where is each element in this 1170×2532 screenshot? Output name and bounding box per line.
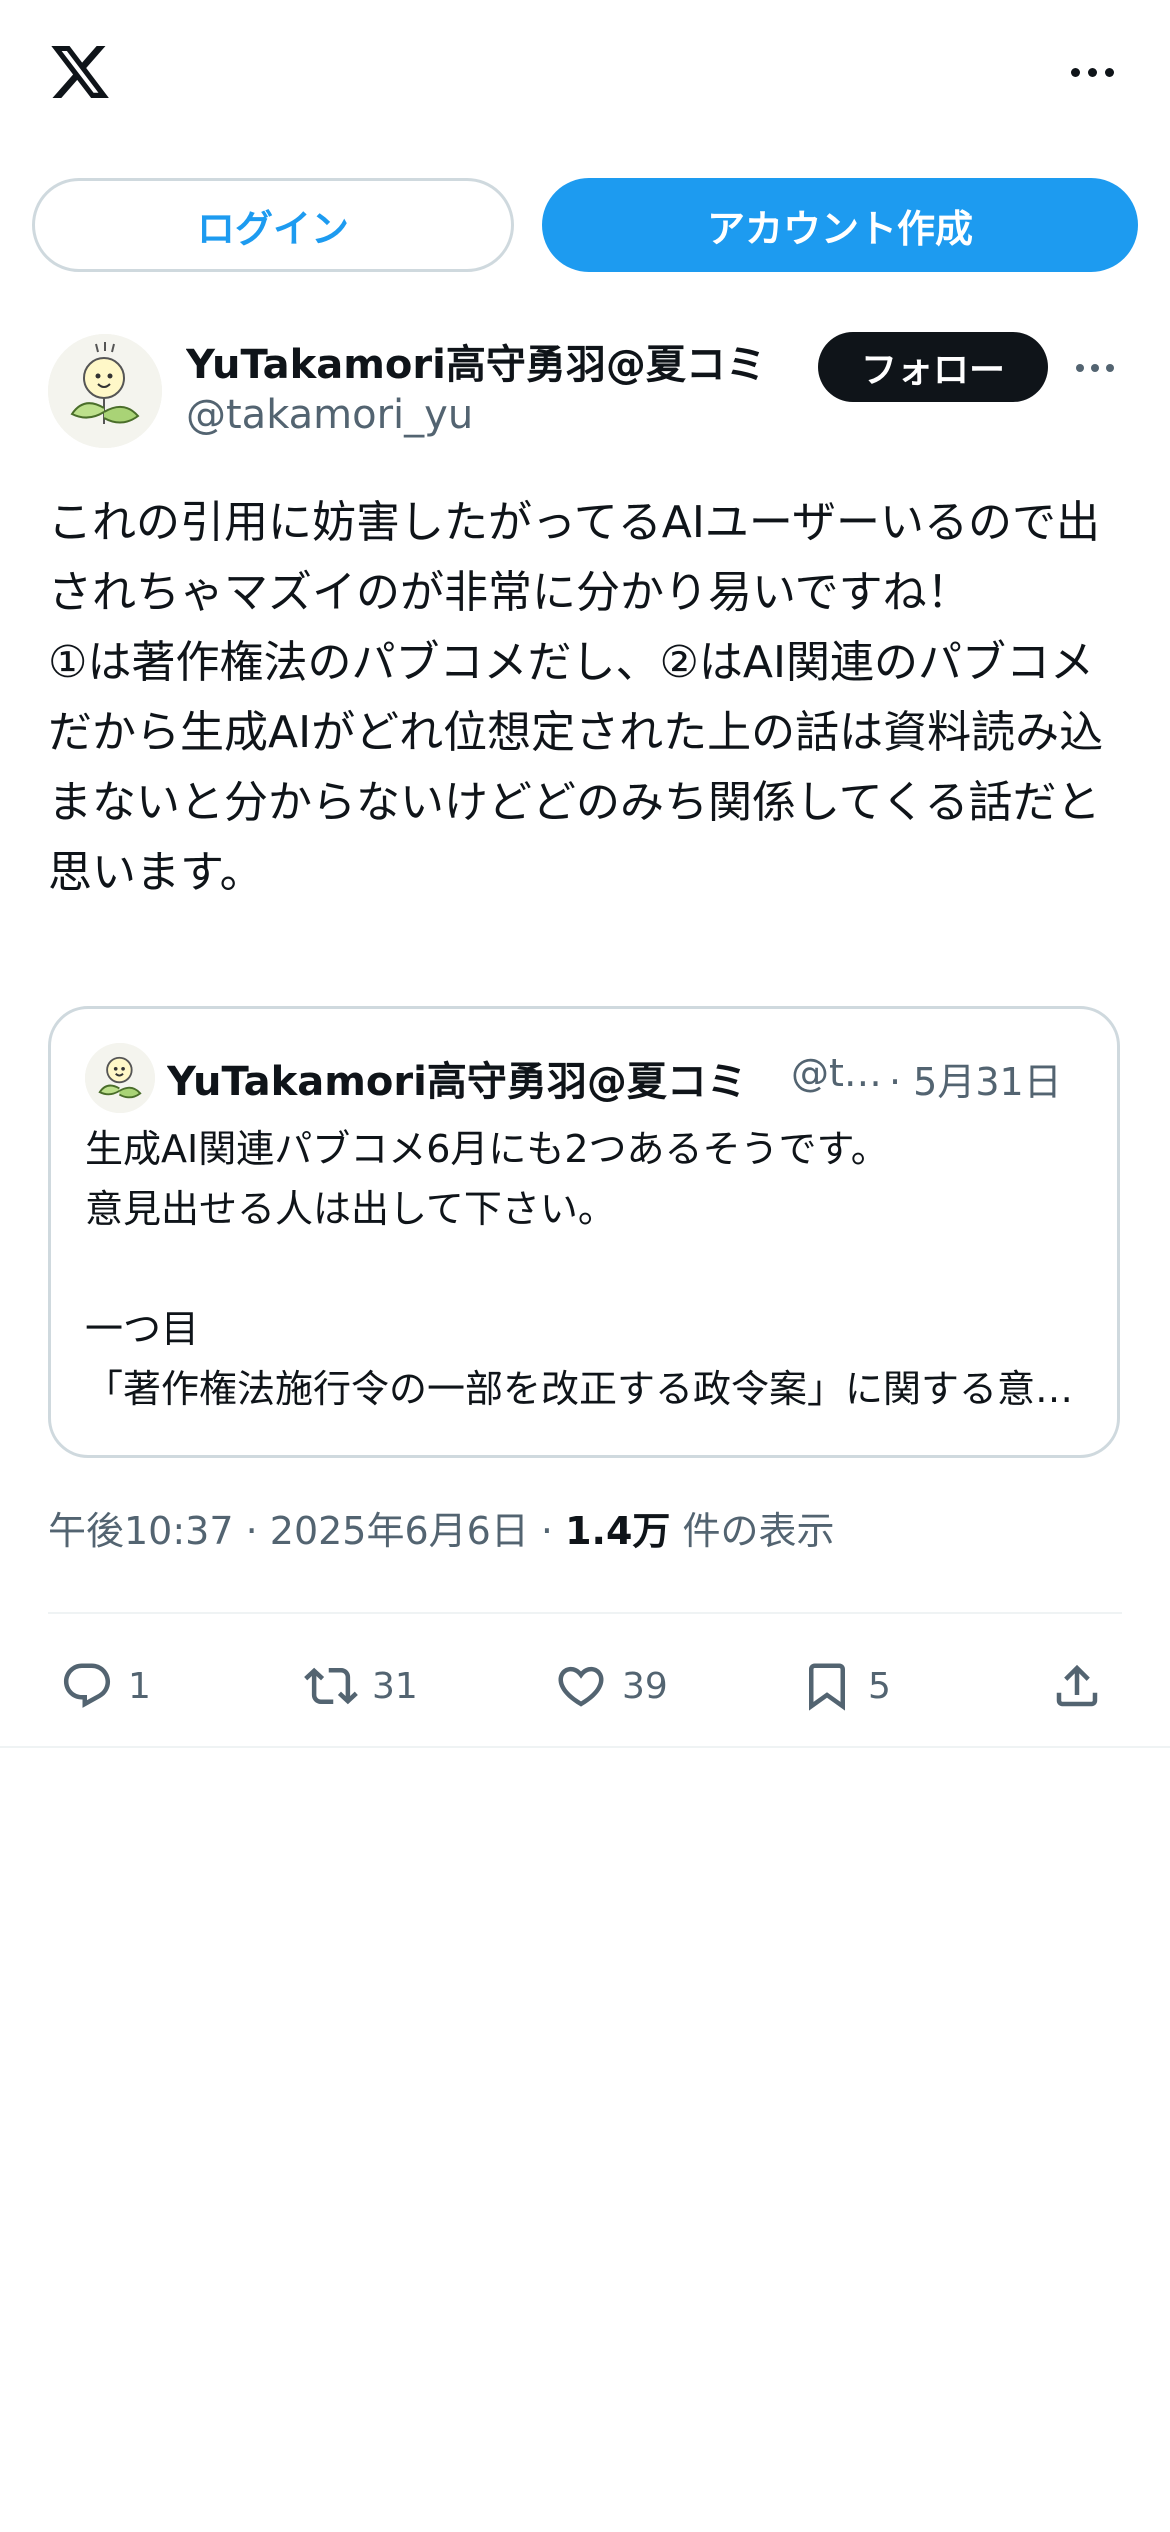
like-count: 39 (622, 1665, 668, 1707)
signup-button[interactable]: アカウント作成 (542, 178, 1138, 272)
share-button[interactable] (1050, 1640, 1104, 1732)
retweet-icon (304, 1667, 358, 1705)
quoted-tweet[interactable]: YuTakamori高守勇羽@夏コミ @takamori_yu · 5月31日 … (48, 1006, 1120, 1458)
tweet-more-icon[interactable] (1070, 348, 1120, 388)
more-options-icon[interactable] (1062, 52, 1122, 92)
quoted-line: 生成AI関連パブコメ6月にも2つあるそうです。 (85, 1127, 889, 1171)
bookmark-count: 5 (868, 1665, 891, 1707)
tweet-header: YuTakamori高守勇羽@夏コミ @takamori_yu フォロー (48, 326, 1122, 456)
quoted-author-name: YuTakamori高守勇羽@夏コミ (167, 1059, 747, 1105)
views-count: 1.4万 (565, 1509, 671, 1553)
divider (0, 1746, 1170, 1748)
meta-separator: · (528, 1509, 566, 1553)
auth-buttons: ログイン アカウント作成 (32, 178, 1138, 272)
login-button[interactable]: ログイン (32, 178, 514, 272)
tweet-actions: 1 31 39 5 (48, 1640, 1122, 1732)
author-handle[interactable]: @takamori_yu (186, 392, 473, 438)
author-name[interactable]: YuTakamori高守勇羽@夏コミ (186, 332, 806, 390)
tweet-time[interactable]: 午後10:37 (48, 1509, 234, 1553)
avatar[interactable] (48, 334, 162, 448)
tweet-date[interactable]: 2025年6月6日 (270, 1509, 529, 1553)
divider (48, 1612, 1122, 1614)
reply-count: 1 (128, 1665, 151, 1707)
tweet-meta: 午後10:37 · 2025年6月6日 · 1.4万 件の表示 (48, 1500, 835, 1555)
heart-icon (558, 1666, 604, 1707)
quoted-line (85, 1239, 1085, 1299)
x-logo-icon[interactable] (46, 40, 114, 104)
bookmark-icon (809, 1663, 845, 1711)
share-icon (1056, 1664, 1098, 1707)
quoted-line: 一つ目 (85, 1307, 200, 1351)
quoted-line: 意見出せる人は出して下さい。 (85, 1187, 616, 1231)
tweet-text: これの引用に妨害したがってるAIユーザーいるので出されちゃマズイのが非常に分かり… (48, 497, 1104, 898)
reply-button[interactable]: 1 (60, 1640, 151, 1732)
quoted-avatar (85, 1043, 155, 1113)
reply-icon (63, 1663, 111, 1708)
retweet-count: 31 (372, 1665, 418, 1707)
retweet-button[interactable]: 31 (304, 1640, 418, 1732)
quoted-line: 「著作権法施行令の一部を改正する政令案」に関する意見募集 (85, 1367, 1085, 1411)
top-bar (0, 0, 1170, 150)
like-button[interactable]: 39 (554, 1640, 668, 1732)
follow-button[interactable]: フォロー (818, 332, 1048, 402)
quoted-date: · 5月31日 (889, 1060, 1062, 1104)
bookmark-button[interactable]: 5 (800, 1640, 891, 1732)
quoted-text: 生成AI関連パブコメ6月にも2つあるそうです。 意見出せる人は出して下さい。 一… (85, 1119, 1085, 1419)
views-label: 件の表示 (682, 1509, 835, 1553)
quoted-author-handle: @takamori_yu (791, 1051, 887, 1095)
meta-separator: · (233, 1509, 270, 1553)
